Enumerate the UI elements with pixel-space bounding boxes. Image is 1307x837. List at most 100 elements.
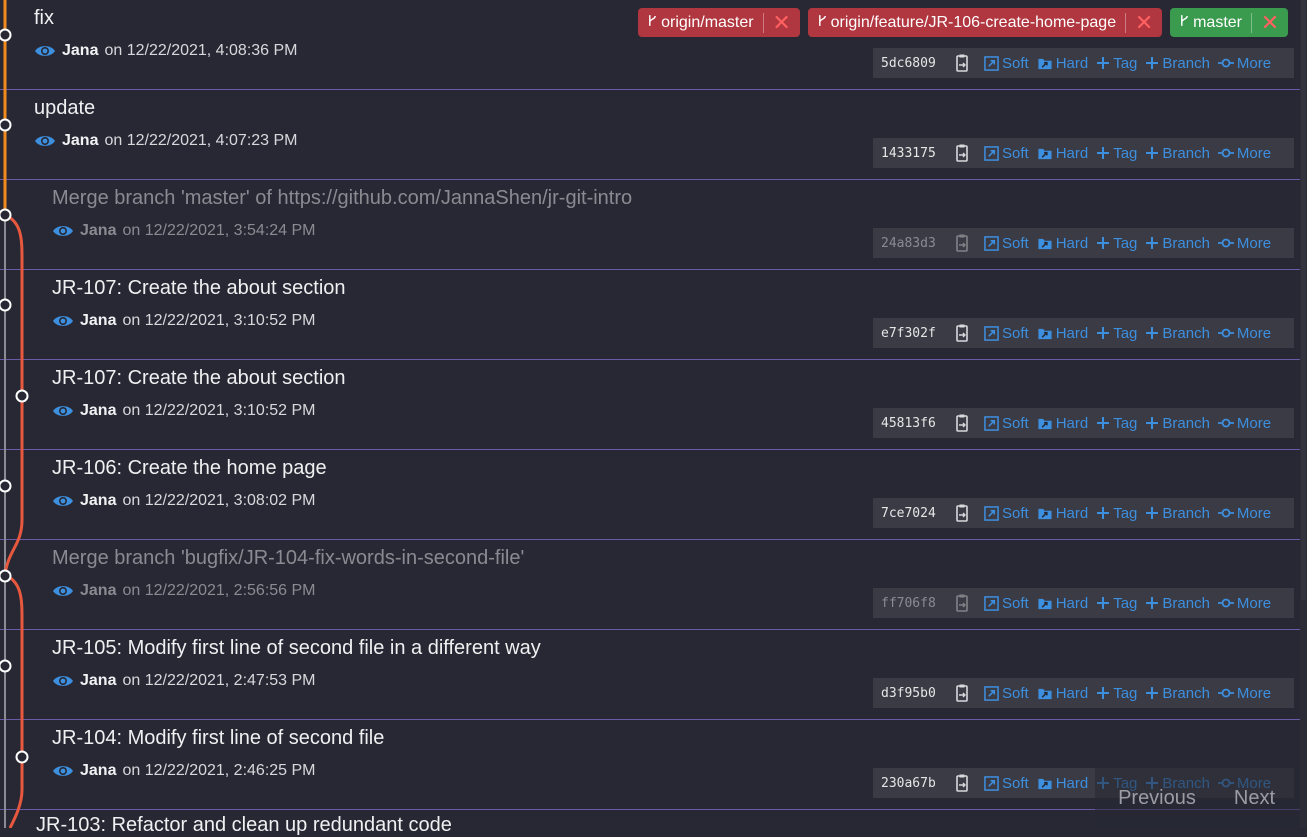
- add-tag-button[interactable]: Tag: [1096, 325, 1137, 342]
- partial-commit-title[interactable]: JR-103: Refactor and clean up redundant …: [36, 814, 452, 837]
- add-tag-button[interactable]: Tag: [1096, 235, 1137, 252]
- next-button[interactable]: Next: [1234, 787, 1275, 810]
- scrollbar-thumb[interactable]: [1301, 0, 1306, 600]
- hard-reset-label: Hard: [1055, 504, 1089, 522]
- eye-icon[interactable]: [52, 763, 74, 779]
- commit-title[interactable]: Merge branch 'bugfix/JR-104-fix-words-in…: [52, 547, 524, 570]
- soft-reset-button[interactable]: Soft: [984, 595, 1029, 612]
- delete-ref-icon[interactable]: ✕: [764, 8, 800, 37]
- commit-row[interactable]: update Jana on 12/22/2021, 4:07:23 PM 14…: [0, 90, 1300, 180]
- delete-ref-icon[interactable]: ✕: [1252, 8, 1288, 37]
- commit-title[interactable]: Merge branch 'master' of https://github.…: [52, 187, 632, 210]
- delete-ref-icon[interactable]: ✕: [1126, 8, 1162, 37]
- hard-reset-button[interactable]: Hard: [1037, 55, 1088, 72]
- more-button[interactable]: More: [1217, 235, 1271, 252]
- add-branch-button[interactable]: Branch: [1145, 505, 1210, 522]
- commit-row[interactable]: JR-105: Modify first line of second file…: [0, 630, 1300, 720]
- soft-reset-label: Soft: [1002, 504, 1029, 522]
- eye-icon[interactable]: [34, 43, 56, 59]
- commit-row[interactable]: Merge branch 'master' of https://github.…: [0, 180, 1300, 270]
- commit-title[interactable]: JR-104: Modify first line of second file: [52, 727, 384, 750]
- scrollbar[interactable]: [1300, 0, 1307, 828]
- copy-sha-icon[interactable]: [954, 234, 970, 252]
- hard-reset-button[interactable]: Hard: [1037, 235, 1088, 252]
- branch-icon: [648, 14, 657, 32]
- soft-reset-button[interactable]: Soft: [984, 145, 1029, 162]
- copy-sha-icon[interactable]: [954, 144, 970, 162]
- eye-icon[interactable]: [52, 673, 74, 689]
- hard-reset-button[interactable]: Hard: [1037, 685, 1088, 702]
- commit-title[interactable]: update: [34, 97, 95, 120]
- add-tag-button[interactable]: Tag: [1096, 415, 1137, 432]
- commit-sha: d3f95b0: [881, 685, 936, 701]
- more-button[interactable]: More: [1217, 145, 1271, 162]
- add-tag-button[interactable]: Tag: [1096, 55, 1137, 72]
- add-tag-label: Tag: [1113, 54, 1138, 72]
- copy-sha-icon[interactable]: [954, 594, 970, 612]
- copy-sha-icon[interactable]: [954, 414, 970, 432]
- more-label: More: [1236, 684, 1272, 702]
- copy-sha-icon[interactable]: [954, 324, 970, 342]
- soft-reset-button[interactable]: Soft: [984, 505, 1029, 522]
- soft-reset-button[interactable]: Soft: [984, 685, 1029, 702]
- hard-reset-button[interactable]: Hard: [1037, 595, 1088, 612]
- add-branch-button[interactable]: Branch: [1145, 415, 1210, 432]
- soft-reset-icon: [984, 415, 999, 431]
- add-tag-button[interactable]: Tag: [1096, 505, 1137, 522]
- commit-title[interactable]: JR-107: Create the about section: [52, 367, 346, 390]
- more-button[interactable]: More: [1217, 325, 1271, 342]
- add-tag-button[interactable]: Tag: [1096, 595, 1137, 612]
- soft-reset-button[interactable]: Soft: [984, 325, 1029, 342]
- commit-author: Jana: [80, 402, 117, 419]
- add-tag-button[interactable]: Tag: [1096, 145, 1137, 162]
- commit-row[interactable]: JR-106: Create the home page Jana on 12/…: [0, 450, 1300, 540]
- copy-sha-icon[interactable]: [954, 774, 970, 792]
- commit-row[interactable]: JR-107: Create the about section Jana on…: [0, 360, 1300, 450]
- copy-sha-icon[interactable]: [954, 54, 970, 72]
- add-branch-button[interactable]: Branch: [1145, 595, 1210, 612]
- ref-badge[interactable]: master ✕: [1170, 8, 1288, 37]
- previous-button[interactable]: Previous: [1118, 787, 1196, 810]
- soft-reset-button[interactable]: Soft: [984, 55, 1029, 72]
- add-branch-button[interactable]: Branch: [1145, 325, 1210, 342]
- commit-row[interactable]: fix Jana on 12/22/2021, 4:08:36 PM origi…: [0, 0, 1300, 90]
- soft-reset-button[interactable]: Soft: [984, 775, 1029, 792]
- commit-row[interactable]: Merge branch 'bugfix/JR-104-fix-words-in…: [0, 540, 1300, 630]
- ref-badge[interactable]: origin/master ✕: [638, 8, 800, 37]
- commit-title[interactable]: JR-107: Create the about section: [52, 277, 346, 300]
- eye-icon[interactable]: [52, 493, 74, 509]
- more-button[interactable]: More: [1217, 684, 1272, 702]
- commit-row[interactable]: JR-107: Create the about section Jana on…: [0, 270, 1300, 360]
- more-button[interactable]: More: [1217, 505, 1271, 522]
- copy-sha-icon[interactable]: [954, 684, 970, 702]
- hard-reset-button[interactable]: Hard: [1037, 325, 1088, 342]
- eye-icon[interactable]: [52, 223, 74, 239]
- more-button[interactable]: More: [1217, 55, 1271, 72]
- add-branch-button[interactable]: Branch: [1145, 685, 1210, 702]
- hard-reset-button[interactable]: Hard: [1037, 415, 1088, 432]
- commit-title[interactable]: fix: [34, 7, 54, 30]
- more-button[interactable]: More: [1217, 595, 1271, 612]
- more-button[interactable]: More: [1217, 415, 1271, 432]
- eye-icon[interactable]: [52, 403, 74, 419]
- add-branch-button[interactable]: Branch: [1145, 235, 1210, 252]
- eye-icon[interactable]: [52, 313, 74, 329]
- ref-badge[interactable]: origin/feature/JR-106-create-home-page ✕: [807, 8, 1163, 37]
- add-branch-button[interactable]: Branch: [1145, 55, 1210, 72]
- hard-reset-button[interactable]: Hard: [1037, 504, 1089, 522]
- eye-icon[interactable]: [52, 583, 74, 599]
- hard-reset-button[interactable]: Hard: [1037, 145, 1088, 162]
- eye-icon[interactable]: [34, 133, 56, 149]
- plus-icon: [1145, 326, 1159, 340]
- add-branch-button[interactable]: Branch: [1145, 145, 1210, 162]
- commit-title[interactable]: JR-105: Modify first line of second file…: [52, 637, 541, 660]
- soft-reset-icon: [984, 505, 999, 521]
- soft-reset-button[interactable]: Soft: [984, 235, 1029, 252]
- commit-node-icon: [1217, 597, 1234, 609]
- soft-reset-button[interactable]: Soft: [984, 415, 1029, 432]
- hard-reset-button[interactable]: Hard: [1037, 775, 1088, 792]
- commit-title[interactable]: JR-106: Create the home page: [52, 457, 327, 480]
- plus-icon: [1096, 686, 1110, 700]
- copy-sha-icon[interactable]: [954, 504, 970, 522]
- add-tag-button[interactable]: Tag: [1096, 685, 1137, 702]
